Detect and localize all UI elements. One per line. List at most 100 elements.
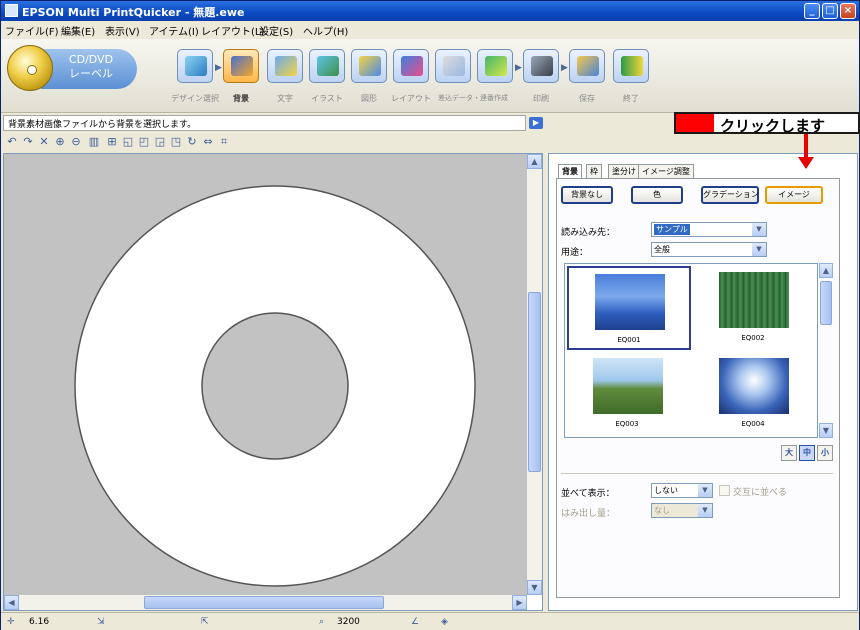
source-label: 読み込み先： [561, 228, 616, 238]
rotate-icon[interactable]: ↻ [185, 135, 199, 149]
size-icon: ⇱ [201, 617, 209, 627]
size-medium-button[interactable]: 中 [799, 445, 815, 461]
thumbnail-item[interactable]: EQ002 [693, 266, 817, 350]
app-icon [5, 4, 18, 17]
tool-illustration[interactable] [309, 49, 345, 83]
scroll-up-button[interactable]: ▲ [527, 154, 542, 169]
tool-shape[interactable] [351, 49, 387, 83]
tab-frame[interactable]: 枠 [586, 164, 602, 178]
maximize-button[interactable]: □ [822, 3, 838, 19]
tab-image-adjust[interactable]: イメージ調整 [638, 164, 694, 178]
chevron-down-icon: ▼ [698, 484, 712, 497]
tool-label-print: 印刷 [533, 94, 549, 103]
layout-canvas[interactable] [4, 154, 527, 595]
thumbnail-image [719, 358, 789, 414]
menu-settings[interactable]: 設定(S) [259, 23, 293, 38]
thumbnail-item[interactable]: EQ004 [693, 352, 817, 436]
tool-label-save: 保存 [579, 94, 595, 103]
menu-item[interactable]: アイテム(I) [149, 23, 199, 38]
coordinate-readout: 6.16 [29, 617, 50, 627]
thumbnail-scrollbar[interactable]: ▲ ▼ [819, 263, 833, 438]
click-callout: クリックします [674, 112, 860, 135]
property-panel: 背景 枠 塗分け イメージ調整 背景なし 色 グラデーション イメージ 読み込み… [548, 153, 858, 611]
scroll-thumb[interactable] [820, 281, 832, 325]
purpose-select[interactable]: 全般 ▼ [651, 242, 767, 257]
back-icon[interactable]: ◰ [137, 135, 151, 149]
scroll-thumb[interactable] [144, 596, 384, 609]
no-background-button[interactable]: 背景なし [561, 186, 613, 204]
status-bar: ✛ 6.16 ⇲ ⇱ ⌕ 3200 ∠ ◈ [1, 612, 859, 630]
callout-arrow [804, 134, 808, 159]
tool-print[interactable] [523, 49, 559, 83]
source-select[interactable]: サンプル ▼ [651, 222, 767, 237]
menu-view[interactable]: 表示(V) [105, 23, 140, 38]
delete-icon[interactable]: ✕ [37, 135, 51, 149]
chevron-right-icon: ▶ [561, 63, 568, 73]
arrange-select[interactable]: しない ▼ [651, 483, 713, 498]
thumbnail-image [593, 358, 663, 414]
next-arrow-icon[interactable]: ▶ [529, 117, 543, 129]
color-button[interactable]: 色 [631, 186, 683, 204]
canvas-horizontal-scrollbar[interactable]: ◀ ▶ [4, 595, 527, 610]
tool-serial-number[interactable] [477, 49, 513, 83]
move-icon: ⇲ [97, 617, 105, 627]
trash-icon[interactable]: ▥ [87, 135, 101, 149]
chevron-right-icon: ▶ [215, 63, 222, 73]
flip-icon[interactable]: ⇔ [201, 135, 215, 149]
redo-icon[interactable]: ↷ [21, 135, 35, 149]
cd-dvd-disc-icon [7, 45, 53, 91]
window-title: EPSON Multi PrintQuicker - 無題.ewe [22, 6, 245, 19]
undo-icon[interactable]: ↶ [5, 135, 19, 149]
gradation-button[interactable]: グラデーション [701, 186, 759, 204]
thumbnail-image [595, 274, 665, 330]
zoom-in-icon[interactable]: ⊕ [53, 135, 67, 149]
source-select-value: サンプル [654, 224, 690, 235]
scroll-up-button[interactable]: ▲ [819, 263, 833, 278]
canvas-vertical-scrollbar[interactable]: ▲ ▼ [527, 154, 542, 595]
edit-toolbar: ↶ ↷ ✕ ⊕ ⊖ ▥ ⊞ ◱ ◰ ◲ ◳ ↻ ⇔ ⌗ [1, 133, 859, 153]
scroll-thumb[interactable] [528, 292, 541, 472]
layer-icon: ◈ [441, 617, 448, 627]
tab-background[interactable]: 背景 [558, 164, 582, 179]
size-small-button[interactable]: 小 [817, 445, 833, 461]
zoom-out-icon[interactable]: ⊖ [69, 135, 83, 149]
tab-fill[interactable]: 塗分け [608, 164, 640, 178]
close-button[interactable]: × [840, 3, 856, 19]
alternate-checkbox[interactable] [719, 485, 730, 496]
tool-layout[interactable] [393, 49, 429, 83]
front-icon[interactable]: ◱ [121, 135, 135, 149]
divider [561, 473, 833, 474]
thumbnail-caption: EQ002 [741, 334, 765, 342]
image-button[interactable]: イメージ [765, 186, 823, 204]
tool-save[interactable] [569, 49, 605, 83]
thumbnail-item[interactable]: EQ003 [567, 352, 691, 436]
scroll-down-button[interactable]: ▼ [527, 580, 542, 595]
minimize-button[interactable]: _ [804, 3, 820, 19]
thumbnail-caption: EQ001 [617, 336, 641, 344]
thumbnail-caption: EQ003 [615, 420, 639, 428]
bleed-label: はみ出し量： [561, 509, 616, 519]
tool-merge-data[interactable] [435, 49, 471, 83]
arrange-label: 並べて表示： [561, 489, 615, 499]
group-icon[interactable]: ◲ [153, 135, 167, 149]
tool-background[interactable] [223, 49, 259, 83]
menu-edit[interactable]: 編集(E) [61, 23, 95, 38]
menu-file[interactable]: ファイル(F) [5, 23, 59, 38]
scroll-right-button[interactable]: ▶ [512, 595, 527, 610]
bleed-select-value: なし [654, 506, 670, 515]
callout-text: クリックします [720, 117, 826, 135]
menu-help[interactable]: ヘルプ(H) [303, 23, 348, 38]
bleed-select[interactable]: なし ▼ [651, 503, 713, 518]
scroll-down-button[interactable]: ▼ [819, 423, 833, 438]
grid-icon[interactable]: ⌗ [217, 135, 231, 149]
menu-layout[interactable]: レイアウト(L) [201, 23, 264, 38]
thumbnail-item[interactable]: EQ001 [567, 266, 691, 350]
scroll-left-button[interactable]: ◀ [4, 595, 19, 610]
tool-label-merge-data: 差込データ・連番作成 [438, 94, 508, 102]
align-icon[interactable]: ⊞ [105, 135, 119, 149]
ungroup-icon[interactable]: ◳ [169, 135, 183, 149]
tool-exit[interactable] [613, 49, 649, 83]
tool-design-select[interactable] [177, 49, 213, 83]
size-large-button[interactable]: 大 [781, 445, 797, 461]
tool-text[interactable] [267, 49, 303, 83]
